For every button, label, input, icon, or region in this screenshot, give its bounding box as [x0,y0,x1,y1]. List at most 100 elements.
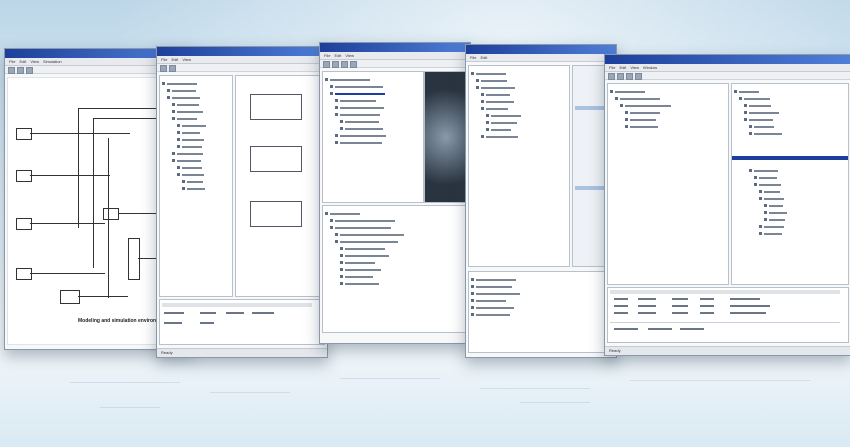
tree-node[interactable] [325,232,465,237]
list-item[interactable] [471,291,611,296]
list-item[interactable] [471,284,611,289]
toolbar-button[interactable] [169,65,176,72]
menu-item[interactable]: File [609,64,615,71]
editor-right-tree[interactable] [731,83,849,285]
tree-node[interactable] [610,117,726,122]
menu-item[interactable]: View [345,52,354,59]
tree-node[interactable] [325,274,465,279]
tree-node[interactable] [162,102,230,107]
explorer-window[interactable]: File Edit View [319,42,471,344]
block-item[interactable] [250,146,302,172]
toolbar-button[interactable] [341,61,348,68]
tree-node[interactable] [325,126,421,131]
toolbar-button[interactable] [17,67,24,74]
editor-tree[interactable] [607,83,729,285]
menu-item[interactable]: View [630,64,639,71]
menu-item[interactable]: View [182,56,191,63]
menu-item[interactable]: Edit [619,64,626,71]
menu-item[interactable]: File [324,52,330,59]
tree-node[interactable] [471,71,567,76]
tree-node[interactable] [734,110,846,115]
tree-node[interactable] [162,172,230,177]
list-item[interactable] [471,298,611,303]
tree-node[interactable] [610,110,726,115]
toolbar-button[interactable] [26,67,33,74]
tree-node[interactable] [162,130,230,135]
tree-node[interactable] [325,140,421,145]
toolbar-button[interactable] [617,73,624,80]
tree-node[interactable] [734,203,787,208]
tree-node[interactable] [162,81,230,86]
menu-item[interactable]: Edit [171,56,178,63]
explorer-tree-bottom[interactable] [322,205,468,333]
tree-node[interactable] [325,119,421,124]
menu-item[interactable]: File [470,54,476,61]
tree-node[interactable] [734,175,787,180]
block-item[interactable] [250,94,302,120]
tree-pane[interactable] [159,75,233,297]
menu-item[interactable]: View [30,58,39,65]
menu-item[interactable]: File [9,58,15,65]
tree-node[interactable] [162,109,230,114]
tree-node[interactable] [162,144,230,149]
toolbar-button[interactable] [323,61,330,68]
inspector-tree[interactable] [468,65,570,267]
tree-node[interactable] [162,95,230,100]
inspector-list[interactable] [468,271,614,353]
tree-node[interactable] [610,89,726,94]
browser-window[interactable]: File Edit View Ready [156,46,328,358]
tree-node[interactable] [325,84,421,89]
tree-node[interactable] [734,168,787,173]
tree-node[interactable] [162,158,230,163]
tree-node[interactable] [325,77,421,82]
input-block[interactable] [16,128,32,140]
block-item[interactable] [250,201,302,227]
tree-node[interactable] [734,224,787,229]
tree-node[interactable] [325,91,421,96]
tree-node[interactable] [734,103,846,108]
input-block[interactable] [16,268,32,280]
properties-pane[interactable] [159,299,325,345]
tree-node[interactable] [471,120,567,125]
explorer-tree-top[interactable] [322,71,424,203]
tree-node[interactable] [471,127,567,132]
tree-node[interactable] [610,124,726,129]
menu-item[interactable]: Window [643,64,657,71]
list-item[interactable] [471,312,611,317]
input-block[interactable] [16,218,32,230]
toolbar-button[interactable] [635,73,642,80]
explorer-titlebar[interactable] [320,43,470,52]
tree-node[interactable] [471,85,567,90]
list-item[interactable] [471,305,611,310]
tree-node[interactable] [734,124,846,129]
menu-item[interactable]: File [161,56,167,63]
tree-node[interactable] [162,165,230,170]
tree-node[interactable] [734,131,846,136]
tree-node[interactable] [325,253,465,258]
output-block[interactable] [60,290,80,304]
tree-node[interactable] [610,96,726,101]
tree-node[interactable] [162,186,230,191]
tree-node[interactable] [734,96,846,101]
tree-node[interactable] [162,123,230,128]
tree-node[interactable] [162,116,230,121]
editor-titlebar[interactable] [605,55,850,64]
menu-item[interactable]: Edit [480,54,487,61]
input-block[interactable] [16,170,32,182]
tree-node[interactable] [610,103,726,108]
tree-node[interactable] [734,182,787,187]
tree-node[interactable] [471,99,567,104]
browser-titlebar[interactable] [157,47,327,56]
toolbar-button[interactable] [350,61,357,68]
tree-node[interactable] [325,246,465,251]
tree-node[interactable] [325,239,465,244]
menu-item[interactable]: Edit [19,58,26,65]
tree-node[interactable] [325,225,465,230]
sum-block[interactable] [103,208,119,220]
editor-window[interactable]: File Edit View Window Ready [604,54,850,356]
inspector-titlebar[interactable] [466,45,616,54]
tree-node[interactable] [325,281,465,286]
menu-item[interactable]: Edit [334,52,341,59]
tree-node[interactable] [162,179,230,184]
tree-node[interactable] [734,196,787,201]
